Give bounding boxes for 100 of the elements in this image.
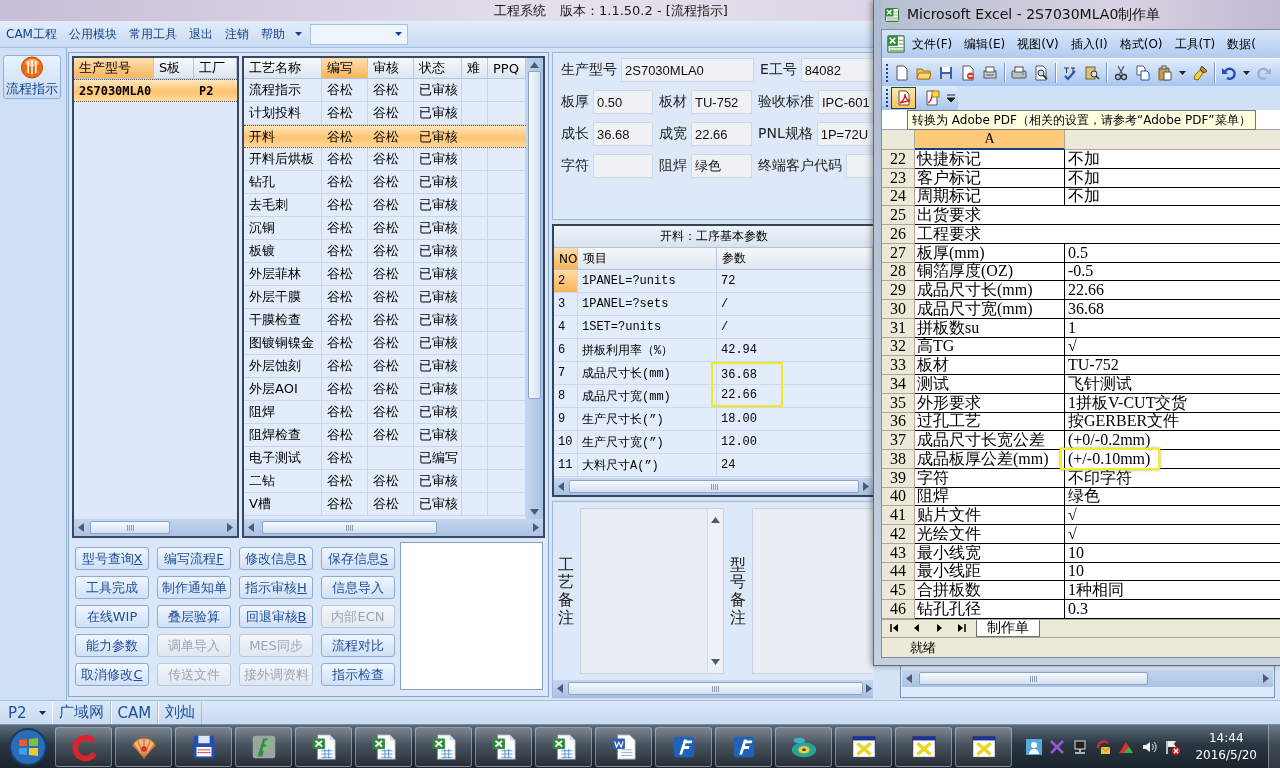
- table-row[interactable]: 阻焊 谷松 谷松 已审核: [244, 401, 526, 424]
- up-arrow-icon[interactable]: [711, 517, 720, 523]
- column-header[interactable]: PPQ: [488, 58, 526, 78]
- vertical-scrollbar[interactable]: [526, 58, 543, 519]
- memo-field[interactable]: [400, 542, 543, 690]
- text-field[interactable]: 84082: [800, 58, 873, 82]
- menu-item[interactable]: 常用工具: [126, 23, 179, 45]
- up-arrow-icon[interactable]: [530, 62, 539, 68]
- menu-item[interactable]: 插入(I): [1064, 33, 1114, 55]
- row-header[interactable]: 25: [882, 206, 915, 225]
- table-row[interactable]: 去毛刺 谷松 谷松 已审核: [244, 194, 526, 217]
- taskbar-button[interactable]: [355, 726, 412, 767]
- row-header[interactable]: 42: [882, 525, 915, 544]
- caret-icon[interactable]: [294, 32, 302, 36]
- row-header[interactable]: 22: [882, 150, 915, 169]
- column-header[interactable]: A: [915, 130, 1065, 150]
- column-header[interactable]: 参数: [717, 248, 873, 269]
- row-header[interactable]: 33: [882, 356, 915, 375]
- factory-dropdown[interactable]: P2: [6, 703, 52, 722]
- nav-button[interactable]: 流程指示: [3, 55, 61, 99]
- table-row[interactable]: 计划投料 谷松 谷松 已审核: [244, 102, 526, 125]
- row-header[interactable]: 45: [882, 581, 915, 600]
- row-header[interactable]: 46: [882, 600, 915, 619]
- column-header[interactable]: 难: [462, 58, 488, 78]
- left-arrow-icon[interactable]: [78, 523, 84, 532]
- text-field[interactable]: 36.68: [593, 122, 653, 146]
- down-arrow-icon[interactable]: [530, 509, 539, 515]
- action-button[interactable]: 制作通知单: [157, 576, 231, 599]
- copy-icon[interactable]: [1135, 64, 1151, 81]
- action-button[interactable]: 修改信息R: [239, 547, 313, 570]
- taskbar-button[interactable]: [295, 726, 352, 767]
- taskbar-button[interactable]: [175, 726, 232, 767]
- menu-item[interactable]: 文件(F): [906, 33, 959, 55]
- row-header[interactable]: 30: [882, 300, 915, 319]
- column-header[interactable]: 生产型号: [74, 58, 154, 78]
- column-header[interactable]: 状态: [414, 58, 462, 78]
- network-icon[interactable]: [1072, 738, 1089, 755]
- new-file-icon[interactable]: [894, 64, 910, 81]
- table-row[interactable]: 钻孔 谷松 谷松 已审核: [244, 171, 526, 194]
- mail-icon[interactable]: [1095, 738, 1112, 755]
- action-button[interactable]: 保存信息S: [321, 547, 395, 570]
- taskbar-button[interactable]: [715, 726, 772, 767]
- table-row[interactable]: 4 1SET=?units /: [554, 316, 873, 339]
- action-button[interactable]: 在线WIP: [75, 605, 149, 628]
- menu-item[interactable]: 数据(: [1221, 33, 1262, 55]
- taskbar-button[interactable]: [835, 726, 892, 767]
- table-row[interactable]: 8 成品尺寸宽(mm) 22.66: [554, 385, 873, 408]
- horizontal-scrollbar[interactable]: [554, 478, 873, 495]
- table-row[interactable]: 3 1PANEL=?sets /: [554, 293, 873, 316]
- horizontal-scrollbar[interactable]: [553, 680, 873, 697]
- sheet-tab[interactable]: 制作单: [976, 620, 1040, 637]
- table-row[interactable]: 2S7030MLA0 P2: [74, 79, 237, 102]
- taskbar-button[interactable]: [535, 726, 592, 767]
- column-header[interactable]: 编写: [322, 58, 368, 78]
- taskbar-button[interactable]: [475, 726, 532, 767]
- action-button[interactable]: 回退审核B: [239, 605, 313, 628]
- row-header[interactable]: 29: [882, 281, 915, 300]
- menu-item[interactable]: 帮助: [258, 23, 287, 45]
- show-desktop-button[interactable]: [1268, 725, 1280, 768]
- table-row[interactable]: 9 生产尺寸长(”) 18.00: [554, 408, 873, 431]
- column-header[interactable]: 工厂: [194, 58, 237, 78]
- scrollbar-thumb[interactable]: [528, 71, 541, 399]
- table-row[interactable]: 流程指示 谷松 谷松 已审核: [244, 79, 526, 102]
- last-sheet-icon[interactable]: [956, 623, 966, 633]
- table-row[interactable]: 干膜检查 谷松 谷松 已审核: [244, 309, 526, 332]
- table-row[interactable]: 开料后烘板 谷松 谷松 已审核: [244, 148, 526, 171]
- left-arrow-icon[interactable]: [558, 482, 564, 491]
- action-button[interactable]: 能力参数: [75, 634, 149, 657]
- taskbar-button[interactable]: [595, 726, 652, 767]
- menu-item[interactable]: 工具(T): [1168, 33, 1222, 55]
- column-header[interactable]: NO: [554, 248, 578, 269]
- text-field[interactable]: 0.50: [593, 90, 653, 114]
- text-field[interactable]: [593, 154, 653, 178]
- table-row[interactable]: 阻焊检查 谷松 谷松 已审核: [244, 424, 526, 447]
- printer-icon[interactable]: [1011, 64, 1027, 81]
- menu-item[interactable]: 编辑(E): [958, 33, 1012, 55]
- action-button[interactable]: 型号查询X: [75, 547, 149, 570]
- action-button[interactable]: 取消修改C: [75, 663, 149, 686]
- row-header[interactable]: 34: [882, 375, 915, 394]
- action-button[interactable]: 指示审核H: [239, 576, 313, 599]
- table-row[interactable]: 图镀铜镍金 谷松 谷松 已审核: [244, 332, 526, 355]
- magnifier-icon[interactable]: [1033, 64, 1049, 81]
- table-row[interactable]: 沉铜 谷松 谷松 已审核: [244, 217, 526, 240]
- row-header[interactable]: 26: [882, 225, 915, 244]
- clipboard-icon[interactable]: [1157, 64, 1173, 81]
- action-button[interactable]: 编写流程F: [157, 547, 231, 570]
- text-field[interactable]: [846, 154, 873, 178]
- remark-field[interactable]: [580, 508, 724, 674]
- text-field[interactable]: 22.66: [691, 122, 752, 146]
- left-arrow-icon[interactable]: [248, 523, 254, 532]
- caret-icon[interactable]: [1179, 70, 1186, 75]
- remark-field[interactable]: [752, 508, 873, 674]
- table-row[interactable]: 2 1PANEL=?units 72: [554, 270, 873, 293]
- right-arrow-icon[interactable]: [1263, 674, 1269, 683]
- next-sheet-icon[interactable]: [934, 623, 944, 633]
- row-header[interactable]: 41: [882, 506, 915, 525]
- text-field[interactable]: IPC-601: [818, 90, 873, 114]
- row-header[interactable]: 37: [882, 431, 915, 450]
- book-icon[interactable]: [1084, 64, 1100, 81]
- horizontal-scrollbar[interactable]: [74, 519, 237, 536]
